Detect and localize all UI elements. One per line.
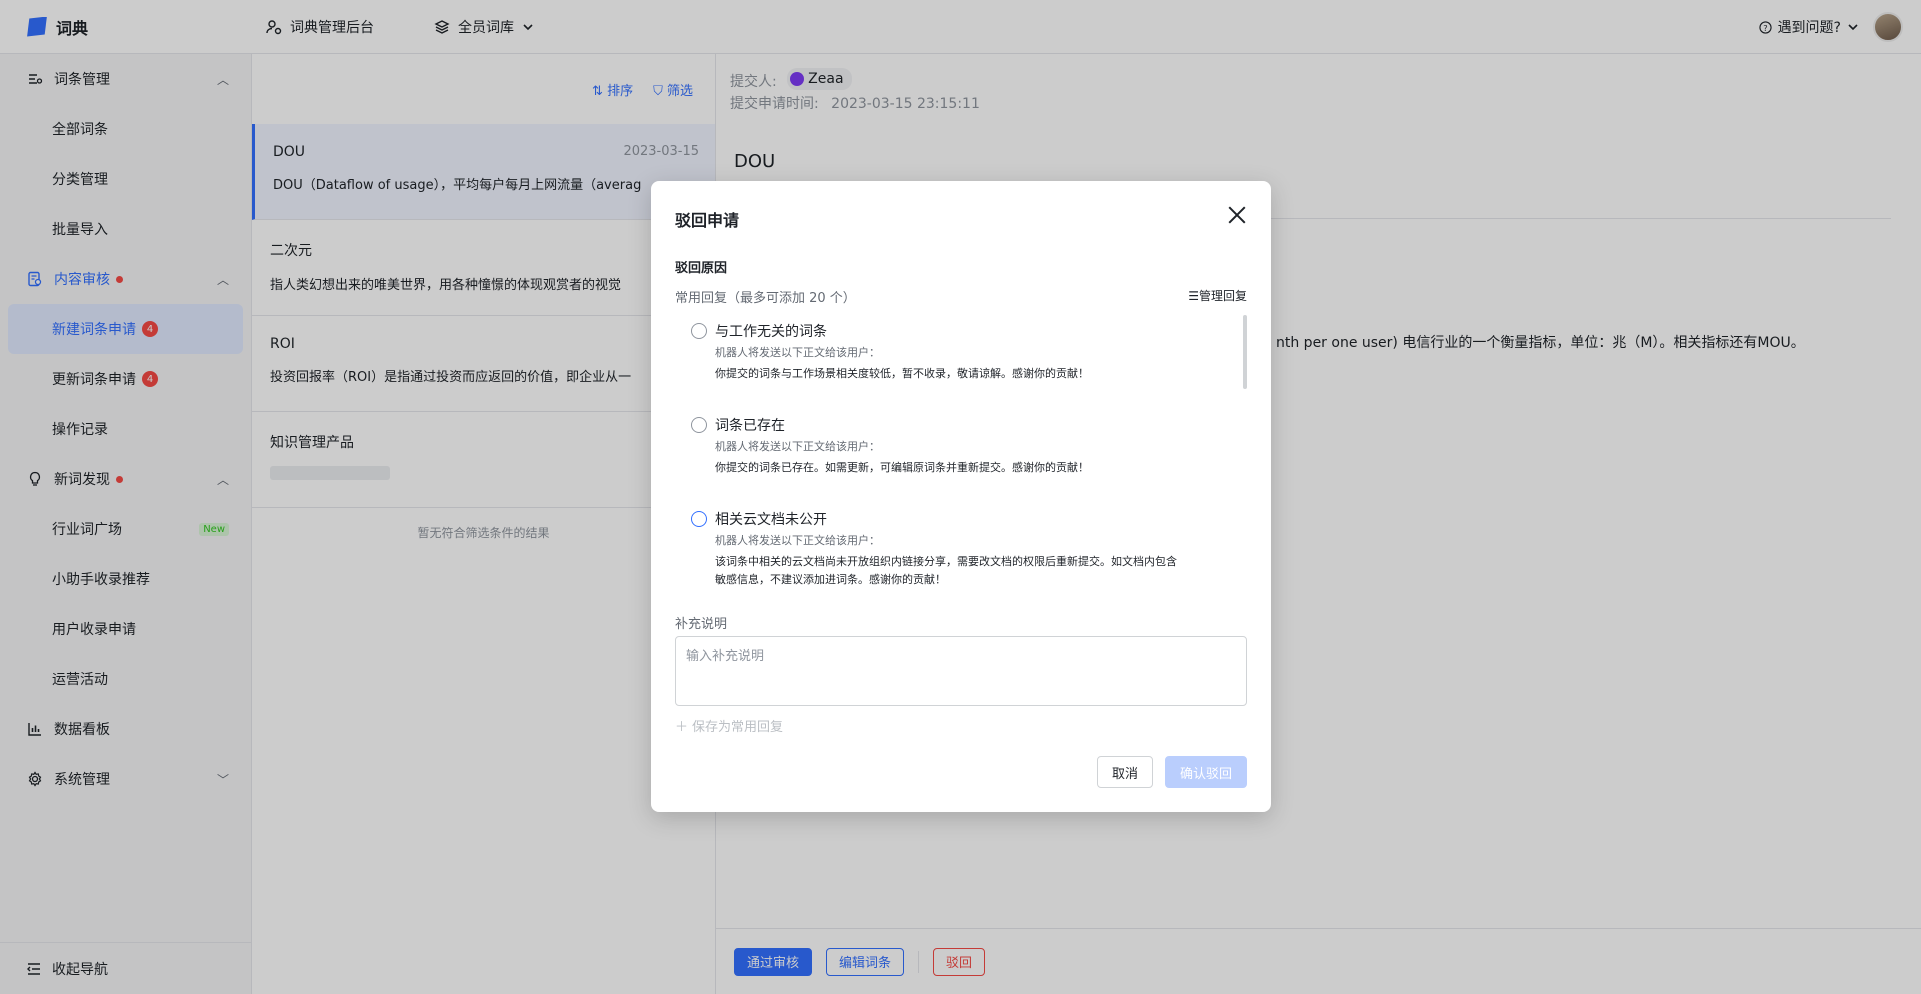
reply-option[interactable]: 与工作无关的词条 机器人将发送以下正文给该用户： 你提交的词条与工作场景相关度较… — [675, 311, 1247, 405]
confirm-reject-button[interactable]: 确认驳回 — [1164, 756, 1247, 788]
reply-option[interactable]: 词条已存在 机器人将发送以下正文给该用户： 你提交的词条已存在。如需更新，可编辑… — [675, 405, 1247, 499]
reply-title: 与工作无关的词条 — [715, 324, 827, 340]
reply-message: 你提交的词条已存在。如需更新，可编辑原词条并重新提交。感谢你的贡献！ — [715, 461, 1089, 474]
list-icon: ☰ — [1188, 289, 1199, 303]
common-reply-hint: 常用回复（最多可添加 20 个） — [675, 291, 856, 306]
manage-replies-label: 管理回复 — [1198, 289, 1247, 303]
reject-reason-label: 驳回原因 — [675, 261, 728, 276]
reply-subtitle: 机器人将发送以下正文给该用户： — [715, 440, 880, 453]
supplementary-section: 补充说明 ＋ 保存为常用回复 — [664, 605, 1258, 736]
reply-title: 词条已存在 — [715, 418, 785, 434]
supplementary-label: 补充说明 — [675, 617, 728, 632]
radio-button[interactable] — [691, 323, 707, 339]
dialog-title: 驳回申请 — [675, 211, 740, 230]
supplementary-input[interactable] — [675, 636, 1247, 706]
close-icon[interactable] — [1227, 205, 1247, 225]
reply-subtitle: 机器人将发送以下正文给该用户： — [715, 534, 880, 547]
save-as-reply-label: 保存为常用回复 — [692, 720, 784, 735]
dialog-footer: 取消 确认驳回 — [1096, 756, 1247, 788]
reply-title: 相关云文档未公开 — [715, 512, 827, 528]
reply-subtitle: 机器人将发送以下正文给该用户： — [715, 346, 880, 359]
reply-option[interactable]: 相关云文档未公开 机器人将发送以下正文给该用户： 该词条中相关的云文档尚未开放组… — [675, 499, 1247, 589]
plus-icon: ＋ — [675, 720, 689, 735]
manage-replies-button[interactable]: ☰管理回复 — [1188, 287, 1247, 304]
scrollbar[interactable] — [1243, 315, 1247, 389]
radio-button[interactable] — [691, 511, 707, 527]
reply-message: 该词条中相关的云文档尚未开放组织内链接分享，需要改文档的权限后重新提交。如文档内… — [715, 555, 1177, 586]
reject-dialog: 驳回申请 驳回原因 常用回复（最多可添加 20 个） ☰管理回复 与工作无关的词… — [651, 181, 1271, 812]
save-as-reply-button[interactable]: ＋ 保存为常用回复 — [675, 716, 1247, 735]
radio-button[interactable] — [691, 417, 707, 433]
reply-message: 你提交的词条与工作场景相关度较低，暂不收录，敬请谅解。感谢你的贡献！ — [715, 367, 1089, 380]
common-reply-list[interactable]: 与工作无关的词条 机器人将发送以下正文给该用户： 你提交的词条与工作场景相关度较… — [675, 311, 1247, 589]
cancel-button[interactable]: 取消 — [1096, 756, 1153, 788]
